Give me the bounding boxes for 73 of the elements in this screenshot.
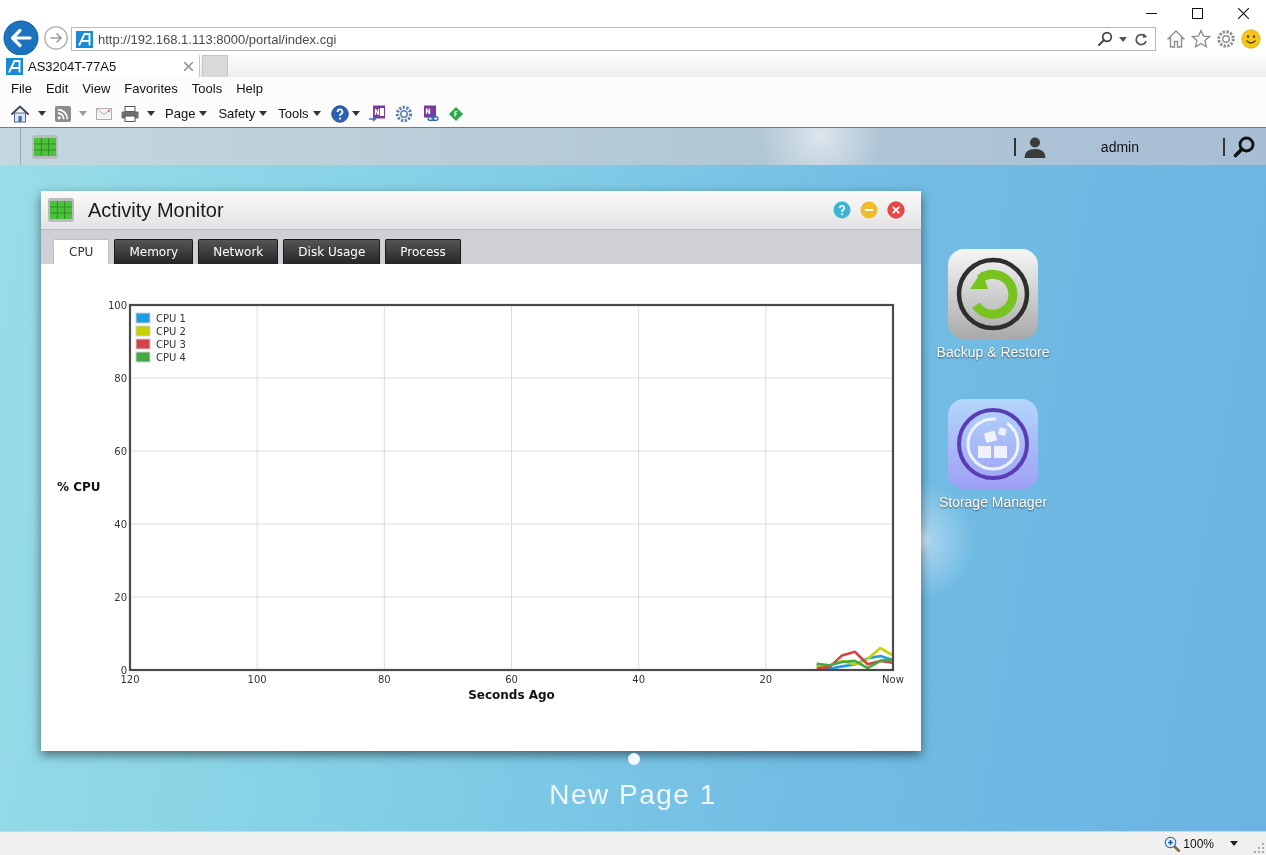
y-tick-label: 100 [107, 300, 127, 311]
x-tick-label: 20 [759, 674, 773, 685]
y-tick-label: 60 [114, 446, 127, 457]
gear-icon[interactable] [394, 104, 413, 123]
x-tick-label: 100 [247, 674, 267, 685]
zoom-button[interactable]: 100% [1164, 835, 1214, 852]
search-icon[interactable] [1097, 31, 1113, 47]
help-icon[interactable] [330, 104, 349, 123]
menu-item[interactable]: File [4, 81, 39, 96]
command-menu[interactable]: Page [164, 106, 209, 121]
star-icon[interactable] [1191, 29, 1211, 49]
legend-label: CPU 3 [156, 339, 186, 350]
smiley-icon[interactable] [1241, 29, 1261, 49]
caret-icon[interactable] [38, 111, 46, 116]
printer-icon[interactable] [121, 105, 139, 122]
menu-item[interactable]: Favorites [117, 81, 185, 96]
caret-icon[interactable] [351, 111, 360, 116]
tab[interactable]: Memory [114, 239, 194, 264]
x-tick-label: 80 [377, 674, 391, 685]
y-tick-label: 80 [114, 373, 127, 384]
settings-icon[interactable] [1216, 29, 1236, 49]
command-menu[interactable]: Tools [277, 106, 322, 121]
y-tick-label: 20 [114, 592, 127, 603]
site-logo-icon [6, 57, 23, 75]
x-tick-label: 60 [505, 674, 518, 685]
tab[interactable]: Disk Usage [283, 239, 381, 264]
boxes-icon[interactable] [948, 399, 1038, 489]
legend-label: CPU 1 [156, 313, 186, 324]
axis-title: % CPU [57, 480, 101, 494]
feed-icon[interactable] [55, 105, 71, 122]
caret-icon [259, 111, 268, 116]
legend-label: CPU 2 [156, 326, 186, 337]
x-tick-label: Now [882, 674, 904, 685]
menu-item[interactable]: View [75, 81, 118, 96]
legend-label: CPU 4 [156, 352, 186, 363]
caret-icon[interactable] [1230, 841, 1238, 846]
caret-icon [199, 111, 208, 116]
y-tick-label: 0 [120, 665, 127, 676]
page-title: New Page 1 [549, 779, 717, 811]
page-dot-icon[interactable] [627, 752, 641, 766]
tab[interactable]: Network [198, 239, 279, 264]
close-icon[interactable] [1237, 8, 1249, 19]
tab[interactable]: CPU [53, 239, 110, 264]
menu-item[interactable]: Help [229, 81, 270, 96]
address-bar[interactable]: http://192.168.1.113:8000/portal/index.cgi [71, 27, 1156, 51]
search-icon[interactable] [1233, 135, 1255, 158]
caret-icon[interactable] [147, 111, 155, 116]
notebook-icon[interactable] [368, 105, 386, 122]
app-tile-icon [48, 198, 74, 222]
y-tick-label: 40 [114, 519, 127, 530]
minimize-icon[interactable] [1145, 13, 1157, 14]
resize-grip-icon[interactable] [1254, 843, 1264, 853]
refresh-icon[interactable] [1133, 31, 1149, 47]
caret-icon [312, 111, 321, 116]
app-tile-icon[interactable] [32, 134, 58, 159]
tab[interactable]: Process [385, 239, 461, 264]
window-title: Activity Monitor [88, 198, 224, 222]
caret-icon[interactable] [1119, 36, 1127, 42]
browser-tab[interactable]: AS3204T-77A5 [0, 55, 200, 77]
user-name[interactable]: admin [1100, 138, 1139, 155]
menu-item[interactable]: Tools [184, 81, 230, 96]
command-menu[interactable]: Safety [217, 106, 269, 121]
site-logo-icon [76, 30, 93, 48]
menu-item[interactable]: Edit [38, 81, 76, 96]
user-icon[interactable] [1023, 135, 1046, 158]
maximize-icon[interactable] [1191, 8, 1203, 19]
x-tick-label: 40 [632, 674, 646, 685]
back-icon[interactable] [3, 20, 39, 56]
home-icon[interactable] [10, 103, 30, 124]
axis-title: Seconds Ago [468, 688, 555, 702]
notebook-link-icon[interactable] [421, 105, 439, 122]
x-tick-label: 120 [120, 674, 140, 685]
zoom-icon [1164, 835, 1181, 852]
